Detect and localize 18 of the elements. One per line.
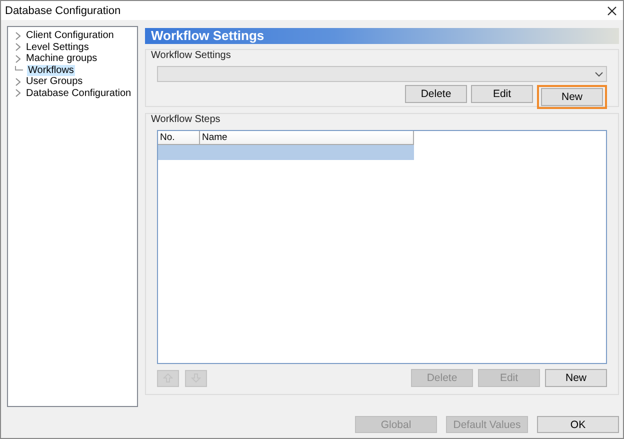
action-button[interactable]: Edit — [471, 85, 533, 103]
tree-item[interactable]: Level Settings — [25, 42, 90, 53]
tree-item[interactable]: Database Configuration — [25, 88, 132, 99]
action-button[interactable]: Delete — [405, 85, 467, 103]
section-title: Workflow Settings — [151, 28, 264, 44]
tree-item[interactable]: User Groups — [25, 76, 84, 88]
group-title: Workflow Settings — [151, 49, 232, 62]
tree-item[interactable]: Workflows — [27, 64, 75, 76]
column-header[interactable]: Name — [200, 131, 414, 145]
window-title: Database Configuration — [5, 4, 121, 16]
close-icon[interactable] — [607, 6, 617, 16]
action-button[interactable]: New — [545, 369, 607, 387]
tree-item[interactable]: Machine groups — [25, 53, 98, 64]
action-button[interactable]: New — [541, 88, 603, 106]
column-header[interactable]: No. — [158, 131, 200, 145]
group-title: Workflow Steps — [151, 113, 222, 126]
action-button[interactable]: OK — [537, 416, 619, 433]
tree-item[interactable]: Client Configuration — [25, 30, 115, 42]
